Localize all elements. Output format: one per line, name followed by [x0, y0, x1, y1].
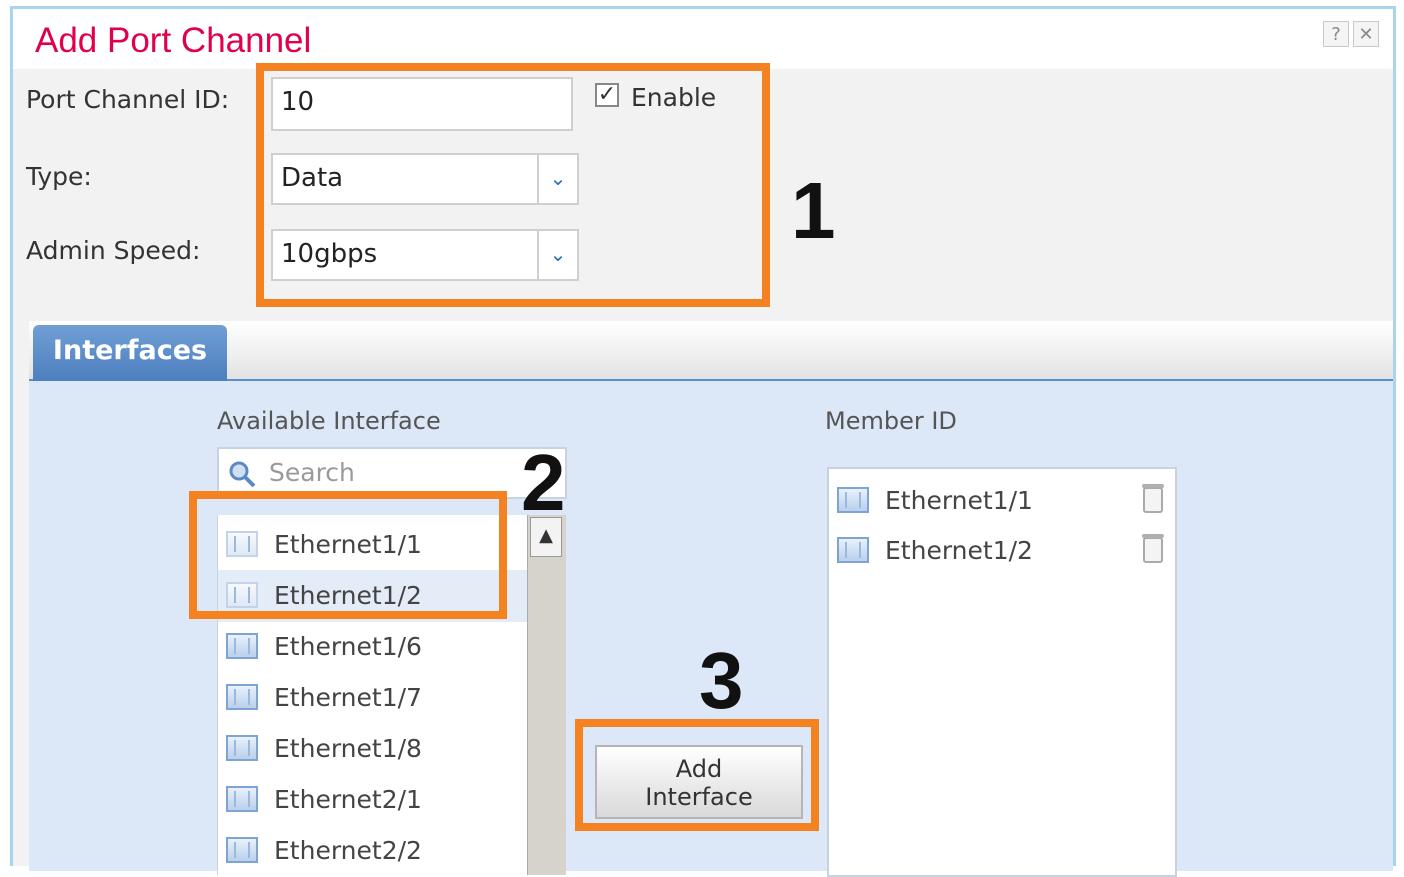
type-select-value: Data [281, 163, 344, 193]
member-item-label: Ethernet1/1 [885, 486, 1033, 515]
list-item-label: Ethernet1/1 [274, 530, 422, 559]
dialog-title: Add Port Channel [35, 21, 312, 60]
step-number-1: 1 [791, 166, 836, 255]
search-input[interactable]: Search [269, 449, 355, 497]
interface-icon [226, 684, 258, 710]
interface-icon [226, 633, 258, 659]
enable-label: Enable [631, 83, 717, 112]
chevron-down-icon[interactable]: ⌄ [537, 231, 577, 279]
member-item[interactable]: Ethernet1/1 [829, 475, 1175, 525]
tab-interfaces[interactable]: Interfaces [33, 325, 227, 381]
close-button[interactable]: ✕ [1353, 21, 1379, 47]
list-item-label: Ethernet1/7 [274, 683, 422, 712]
chevron-down-icon[interactable]: ⌄ [537, 155, 577, 203]
step-number-2: 2 [521, 438, 566, 527]
list-item[interactable]: Ethernet1/6 [218, 621, 528, 673]
step-number-3: 3 [699, 636, 744, 725]
search-box[interactable]: Search [217, 447, 567, 499]
add-interface-button-line2: Interface [645, 783, 753, 811]
type-label: Type: [26, 162, 92, 191]
interface-icon [226, 531, 258, 557]
tab-strip: Interfaces [29, 321, 1393, 382]
port-channel-id-input[interactable]: 10 [271, 77, 573, 131]
search-icon [229, 461, 256, 488]
type-select[interactable]: Data ⌄ [271, 153, 579, 205]
member-list: Ethernet1/1 Ethernet1/2 [827, 467, 1177, 877]
interface-icon [226, 786, 258, 812]
list-item[interactable]: Ethernet2/2 [218, 825, 528, 877]
list-item-label: Ethernet1/6 [274, 632, 422, 661]
member-item[interactable]: Ethernet1/2 [829, 525, 1175, 575]
help-button[interactable]: ? [1323, 21, 1349, 47]
list-scrollbar[interactable]: ▲ [527, 515, 566, 875]
enable-checkbox[interactable]: ✓ [595, 83, 619, 107]
trash-icon[interactable] [1142, 534, 1164, 563]
admin-speed-select-value: 10gbps [281, 239, 378, 269]
list-item[interactable]: Ethernet1/8 [218, 723, 528, 775]
interface-icon [226, 837, 258, 863]
interface-icon [837, 537, 869, 563]
port-channel-id-label: Port Channel ID: [26, 85, 230, 114]
interface-icon [837, 487, 869, 513]
list-item-label: Ethernet2/2 [274, 836, 422, 865]
add-port-channel-dialog: Add Port Channel ? ✕ Port Channel ID: 10… [10, 6, 1396, 877]
list-item[interactable]: Ethernet2/1 [218, 774, 528, 826]
list-item-label: Ethernet1/8 [274, 734, 422, 763]
list-item[interactable]: Ethernet1/1 [218, 519, 528, 571]
available-interface-title: Available Interface [217, 407, 441, 435]
admin-speed-label: Admin Speed: [26, 236, 201, 265]
interface-icon [226, 735, 258, 761]
list-item[interactable]: Ethernet1/7 [218, 672, 528, 724]
member-item-label: Ethernet1/2 [885, 536, 1033, 565]
interfaces-panel: Available Interface Member ID Search Eth… [29, 381, 1393, 877]
admin-speed-select[interactable]: 10gbps ⌄ [271, 229, 579, 281]
list-item[interactable]: Ethernet1/2 [218, 570, 528, 622]
add-interface-button[interactable]: Add Interface [595, 745, 803, 819]
list-item-label: Ethernet2/1 [274, 785, 422, 814]
member-id-title: Member ID [825, 407, 957, 435]
list-item-label: Ethernet1/2 [274, 581, 422, 610]
add-interface-button-line1: Add [675, 755, 723, 783]
trash-icon[interactable] [1142, 484, 1164, 513]
title-bar: Add Port Channel ? ✕ [13, 9, 1393, 69]
interface-icon [226, 582, 258, 608]
available-interface-list: Ethernet1/1 Ethernet1/2 Ethernet1/6 Etherne… [217, 515, 530, 875]
